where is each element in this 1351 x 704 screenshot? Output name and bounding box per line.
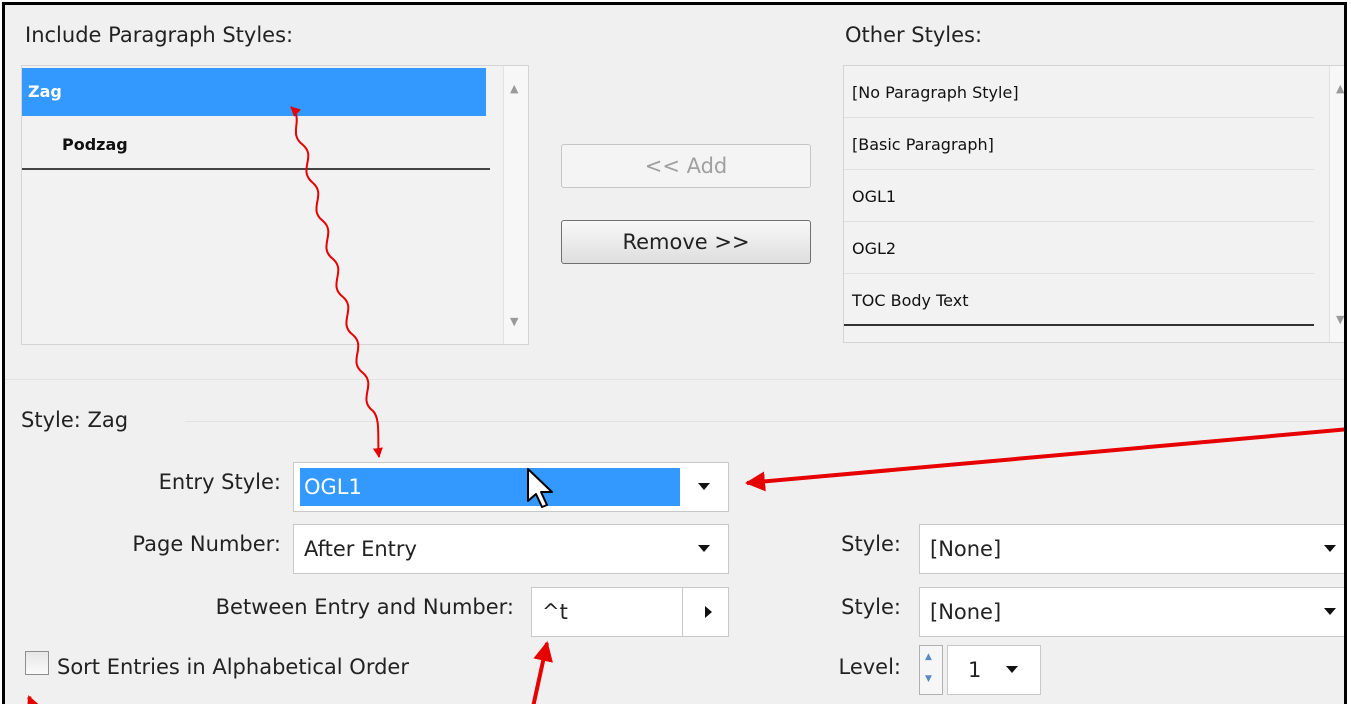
- annotation-arrows: [26, 106, 1344, 704]
- table-of-contents-dialog: Include Paragraph Styles: Zag Podzag ▲ ▼…: [2, 2, 1347, 704]
